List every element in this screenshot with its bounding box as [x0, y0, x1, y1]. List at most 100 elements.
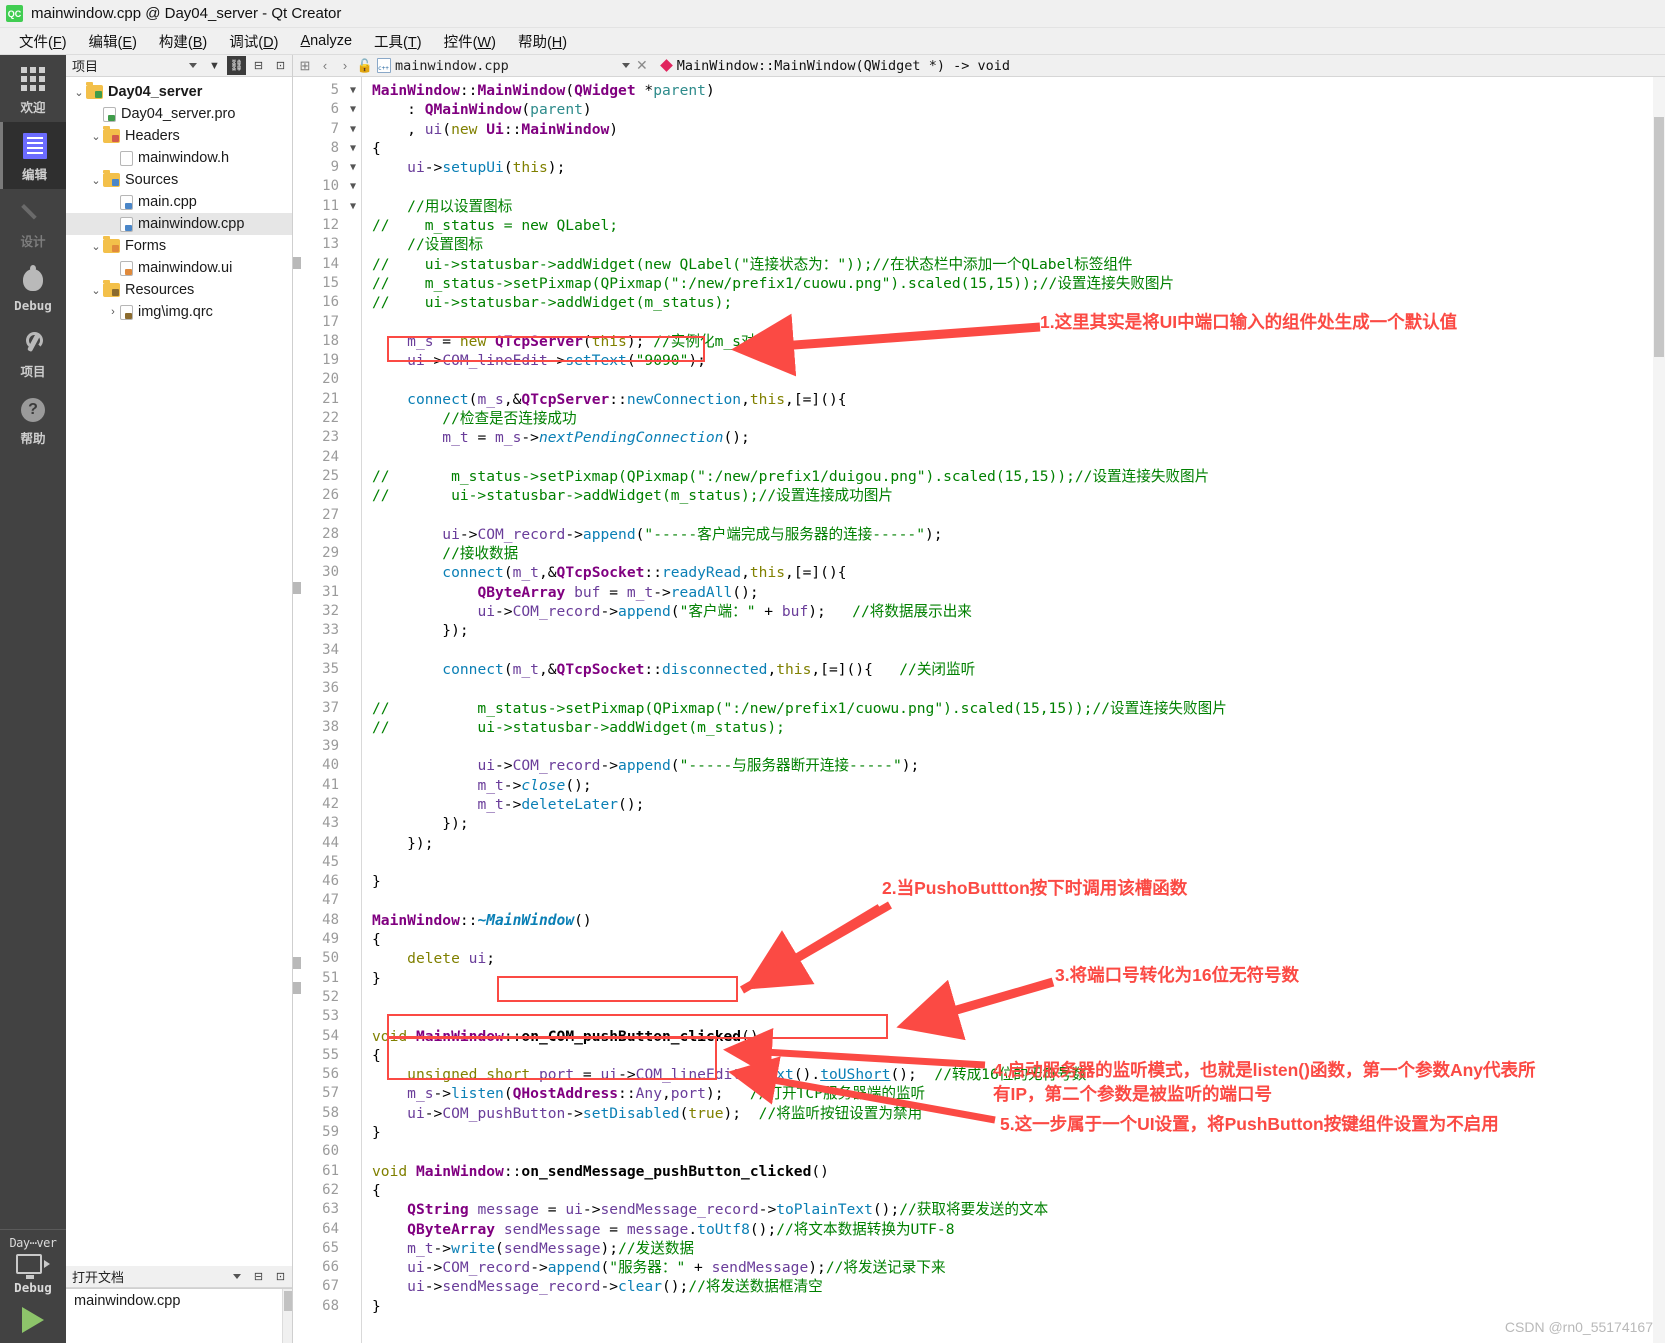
code-line[interactable]: MainWindow::MainWindow(QWidget *parent) [372, 81, 1665, 100]
code-line[interactable] [372, 177, 1665, 196]
tree-item[interactable]: ⌄Headers [66, 125, 292, 147]
editor-vertical-scrollbar[interactable] [1653, 77, 1665, 1343]
code-line[interactable]: connect(m_t,&QTcpSocket::disconnected,th… [372, 660, 1665, 679]
open-docs-dropdown-icon[interactable] [227, 1267, 246, 1286]
fold-marker-icon[interactable]: ▼ [345, 158, 361, 177]
code-line[interactable]: m_s->listen(QHostAddress::Any,port); //打… [372, 1084, 1665, 1103]
tree-item[interactable]: ⌄Resources [66, 279, 292, 301]
link-icon[interactable]: ⛓ [227, 56, 246, 75]
menu-item-6[interactable]: 控件(W) [433, 28, 507, 55]
code-line[interactable]: unsigned short port = ui->COM_lineEdit->… [372, 1065, 1665, 1084]
code-line[interactable]: // m_status->setPixmap(QPixmap(":/new/pr… [372, 274, 1665, 293]
menu-item-5[interactable]: 工具(T) [363, 28, 433, 55]
open-documents-list[interactable]: mainwindow.cpp [66, 1288, 292, 1343]
code-line[interactable]: } [372, 969, 1665, 988]
code-line[interactable]: { [372, 930, 1665, 949]
code-line[interactable]: //设置图标 [372, 235, 1665, 254]
chevron-right-icon[interactable]: › [106, 306, 120, 318]
code-line[interactable]: }); [372, 621, 1665, 640]
code-line[interactable]: delete ui; [372, 949, 1665, 968]
code-line[interactable]: } [372, 872, 1665, 891]
code-line[interactable]: : QMainWindow(parent) [372, 100, 1665, 119]
file-selector-combo[interactable]: mainwindow.cpp [375, 58, 630, 74]
fold-marker-icon[interactable]: ▼ [345, 81, 361, 100]
activity-item-项目[interactable]: 项目 [0, 319, 66, 386]
code-line[interactable]: // m_status->setPixmap(QPixmap(":/new/pr… [372, 467, 1665, 486]
code-line[interactable]: connect(m_t,&QTcpSocket::readyRead,this,… [372, 563, 1665, 582]
lock-icon[interactable]: 🔓 [355, 58, 375, 74]
fold-marker-icon[interactable]: ▼ [345, 139, 361, 158]
source-code-text[interactable]: MainWindow::MainWindow(QWidget *parent) … [362, 77, 1665, 1343]
code-line[interactable]: { [372, 139, 1665, 158]
menu-item-7[interactable]: 帮助(H) [507, 28, 578, 55]
tree-item[interactable]: main.cpp [66, 191, 292, 213]
code-line[interactable]: { [372, 1046, 1665, 1065]
close-panel-icon[interactable]: ⊡ [271, 56, 290, 75]
code-line[interactable]: // ui->statusbar->addWidget(new QLabel("… [372, 255, 1665, 274]
code-line[interactable]: void MainWindow::on_COM_pushButton_click… [372, 1027, 1665, 1046]
menu-item-4[interactable]: Analyze [289, 30, 363, 52]
code-line[interactable]: // ui->statusbar->addWidget(m_status);//… [372, 486, 1665, 505]
tree-item[interactable]: ⌄Day04_server [66, 81, 292, 103]
code-line[interactable]: // ui->statusbar->addWidget(m_status); [372, 718, 1665, 737]
back-nav-icon[interactable]: ‹ [315, 58, 335, 73]
menu-item-1[interactable]: 编辑(E) [78, 28, 148, 55]
menu-item-2[interactable]: 构建(B) [148, 28, 218, 55]
code-line[interactable] [372, 1142, 1665, 1161]
code-line[interactable] [372, 313, 1665, 332]
code-line[interactable] [372, 679, 1665, 698]
activity-bar[interactable]: 欢迎编辑设计Debug项目?帮助 Day⋯ver Debug [0, 55, 66, 1343]
code-line[interactable]: ui->setupUi(this); [372, 158, 1665, 177]
code-line[interactable]: QString message = ui->sendMessage_record… [372, 1200, 1665, 1219]
activity-item-欢迎[interactable]: 欢迎 [0, 55, 66, 122]
activity-item-Debug[interactable]: Debug [0, 256, 66, 319]
code-line[interactable]: m_t->deleteLater(); [372, 795, 1665, 814]
activity-item-帮助[interactable]: ?帮助 [0, 386, 66, 453]
code-line[interactable]: ui->COM_lineEdit->setText("9090"); [372, 351, 1665, 370]
forward-nav-icon[interactable]: › [335, 58, 355, 73]
open-docs-split-icon[interactable]: ⊟ [249, 1267, 268, 1286]
code-line[interactable]: ui->COM_record->append("客户端：" + buf); //… [372, 602, 1665, 621]
code-line[interactable]: m_t->write(sendMessage);//发送数据 [372, 1239, 1665, 1258]
code-line[interactable]: // m_status = new QLabel; [372, 216, 1665, 235]
file-combo-chevron-icon[interactable] [622, 63, 630, 68]
code-line[interactable] [372, 641, 1665, 660]
code-line[interactable] [372, 853, 1665, 872]
tree-item[interactable]: ⌄Sources [66, 169, 292, 191]
combo-dropdown-icon[interactable] [183, 56, 202, 75]
code-line[interactable]: }); [372, 834, 1665, 853]
code-line[interactable]: } [372, 1297, 1665, 1316]
code-line[interactable]: m_t->close(); [372, 776, 1665, 795]
code-line[interactable]: m_s = new QTcpServer(this); //实例化m_s对象 [372, 332, 1665, 351]
code-line[interactable] [372, 1007, 1665, 1026]
chevron-down-icon[interactable]: ⌄ [89, 130, 103, 143]
split-icon[interactable]: ⊟ [249, 56, 268, 75]
fold-marker-icon[interactable]: ▼ [345, 120, 361, 139]
menu-item-3[interactable]: 调试(D) [218, 28, 289, 55]
code-line[interactable] [372, 988, 1665, 1007]
code-line[interactable] [372, 448, 1665, 467]
code-line[interactable] [372, 506, 1665, 525]
project-tree[interactable]: ⌄Day04_serverDay04_server.pro⌄Headers mai… [66, 77, 292, 1266]
code-line[interactable]: // m_status->setPixmap(QPixmap(":/new/pr… [372, 699, 1665, 718]
code-line[interactable]: MainWindow::~MainWindow() [372, 911, 1665, 930]
symbol-selector-combo[interactable]: MainWindow::MainWindow(QWidget *) -> voi… [654, 58, 1010, 74]
fold-marker-gutter[interactable]: ▼▼▼▼▼▼▼ [345, 77, 361, 1343]
code-line[interactable]: } [372, 1123, 1665, 1142]
close-editor-button[interactable]: ✕ [630, 57, 654, 74]
code-line[interactable]: ui->COM_record->append("服务器：" + sendMess… [372, 1258, 1665, 1277]
chevron-down-icon[interactable]: ⌄ [89, 284, 103, 297]
code-line[interactable]: // ui->statusbar->addWidget(m_status); [372, 293, 1665, 312]
open-docs-close-icon[interactable]: ⊡ [271, 1267, 290, 1286]
code-line[interactable]: QByteArray buf = m_t->readAll(); [372, 583, 1665, 602]
code-line[interactable] [372, 737, 1665, 756]
tree-item[interactable]: Day04_server.pro [66, 103, 292, 125]
split-editor-icon[interactable]: ⊞ [295, 58, 315, 74]
code-line[interactable]: QByteArray sendMessage = message.toUtf8(… [372, 1220, 1665, 1239]
code-line[interactable]: { [372, 1181, 1665, 1200]
code-line[interactable]: ui->COM_pushButton->setDisabled(true); /… [372, 1104, 1665, 1123]
chevron-down-icon[interactable]: ⌄ [72, 86, 86, 99]
code-line[interactable]: , ui(new Ui::MainWindow) [372, 120, 1665, 139]
tree-item[interactable]: ›img\img.qrc [66, 301, 292, 323]
tree-item[interactable]: mainwindow.cpp [66, 213, 292, 235]
